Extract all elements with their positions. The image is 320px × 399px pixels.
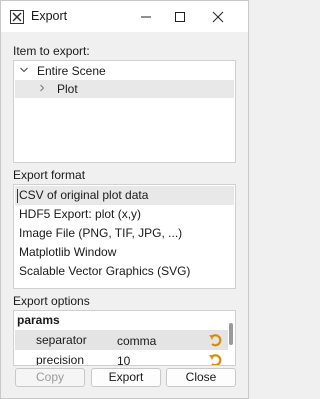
- title-bar: Export: [1, 1, 248, 32]
- format-item-matplotlib[interactable]: Matplotlib Window: [15, 243, 234, 262]
- tree-item-label: Plot: [57, 82, 78, 96]
- format-item-image[interactable]: Image File (PNG, TIF, JPG, ...): [15, 224, 234, 243]
- tree-item-plot[interactable]: Plot: [15, 80, 234, 98]
- export-dialog: Export Item to export: Entire Scene Plot…: [0, 0, 249, 399]
- export-options-tree: params separator comma precision 10: [13, 310, 236, 366]
- param-row-precision[interactable]: precision 10: [15, 350, 228, 366]
- param-value-separator[interactable]: comma: [117, 334, 156, 348]
- param-name: precision: [36, 353, 85, 366]
- chevron-right-icon[interactable]: [37, 83, 47, 93]
- reset-icon[interactable]: [208, 352, 224, 366]
- options-scrollbar[interactable]: [229, 323, 233, 345]
- params-group-header: params: [17, 313, 60, 327]
- window-title: Export: [31, 9, 68, 23]
- param-row-separator[interactable]: separator comma: [15, 330, 228, 350]
- minimize-icon: [141, 16, 151, 17]
- maximize-button[interactable]: [163, 1, 197, 32]
- param-name: separator: [36, 333, 87, 347]
- reset-icon[interactable]: [208, 332, 224, 348]
- copy-button[interactable]: Copy: [15, 368, 85, 387]
- format-item-hdf5[interactable]: HDF5 Export: plot (x,y): [15, 205, 234, 224]
- item-to-export-label: Item to export:: [13, 44, 90, 58]
- chevron-down-icon[interactable]: [19, 65, 29, 75]
- close-window-button[interactable]: [201, 1, 235, 32]
- export-options-label: Export options: [13, 294, 90, 308]
- format-item-csv[interactable]: CSV of original plot data: [15, 186, 234, 205]
- tree-item-entire-scene[interactable]: Entire Scene: [15, 62, 234, 80]
- close-icon: [212, 11, 224, 22]
- maximize-icon: [175, 11, 185, 22]
- close-button[interactable]: Close: [166, 368, 236, 387]
- tree-item-label: Entire Scene: [37, 64, 106, 78]
- item-tree: Entire Scene Plot: [13, 60, 236, 163]
- param-value-precision[interactable]: 10: [117, 354, 130, 365]
- format-item-svg[interactable]: Scalable Vector Graphics (SVG): [15, 262, 234, 281]
- export-button[interactable]: Export: [91, 368, 161, 387]
- export-format-label: Export format: [13, 168, 86, 182]
- app-icon: [10, 10, 24, 24]
- minimize-button[interactable]: [129, 1, 163, 32]
- export-format-list: CSV of original plot data HDF5 Export: p…: [13, 184, 236, 289]
